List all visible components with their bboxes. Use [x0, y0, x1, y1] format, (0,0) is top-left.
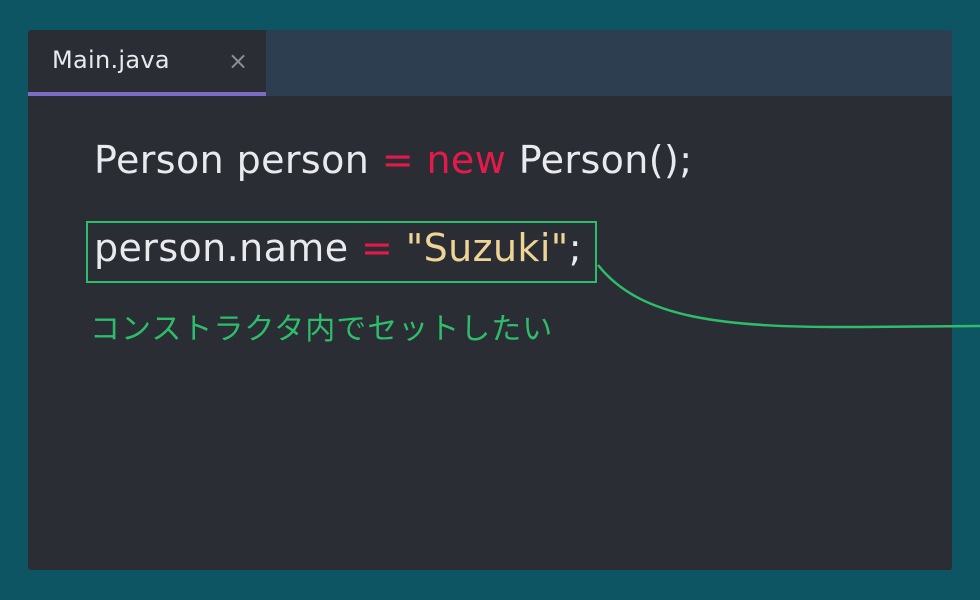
highlight-box — [86, 221, 597, 283]
keyword-new: new — [426, 138, 507, 182]
tab-label: Main.java — [52, 46, 170, 74]
constructor-call: Person(); — [518, 138, 693, 182]
tab-main-java[interactable]: Main.java × — [28, 30, 266, 96]
annotation-note: コンストラクタ内でセットしたい — [90, 312, 554, 347]
tab-bar: Main.java × — [28, 30, 952, 96]
type-token: Person — [94, 138, 225, 182]
operator-token: = — [381, 138, 414, 182]
code-editor: Main.java × Person person = new Person()… — [28, 30, 952, 570]
code-line-1[interactable]: Person person = new Person(); — [94, 138, 692, 182]
close-icon[interactable]: × — [228, 48, 248, 74]
variable-token: person — [236, 138, 370, 182]
